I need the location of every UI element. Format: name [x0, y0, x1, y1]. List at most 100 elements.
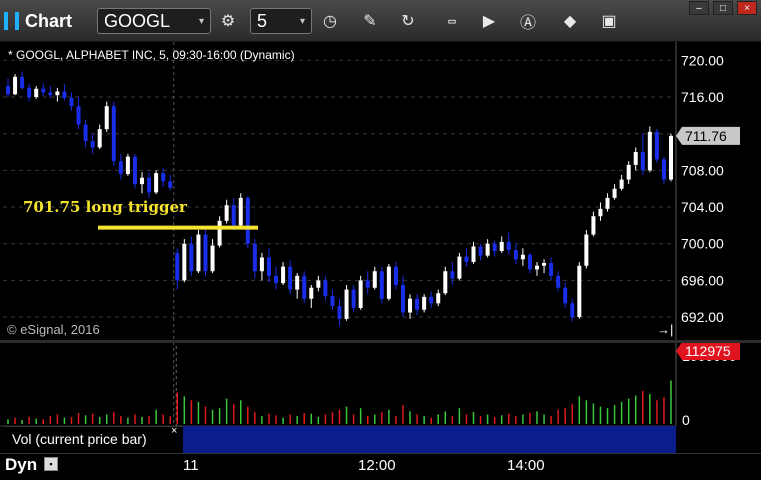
y-tick-label: 708.00 — [681, 162, 724, 178]
candle-body — [591, 216, 596, 235]
candle-body — [605, 197, 610, 209]
candle-body — [252, 243, 257, 272]
candle-body — [619, 179, 624, 189]
candle-body — [55, 91, 60, 96]
candle-body — [238, 197, 243, 226]
candle-body — [534, 265, 539, 270]
candle-body — [640, 152, 645, 171]
y-tick-label: 692.00 — [681, 309, 724, 325]
scroll-to-end-icon[interactable]: →| — [657, 322, 673, 337]
candle-body — [97, 129, 102, 148]
candle-body — [118, 161, 123, 175]
candle-body — [570, 303, 575, 318]
candle-body — [577, 265, 582, 318]
candle-body — [288, 266, 293, 290]
candle-body — [485, 243, 490, 256]
price-chart[interactable]: 720.00716.00712.00708.00704.00700.00696.… — [0, 0, 761, 480]
candle-body — [154, 173, 159, 193]
candle-body — [83, 124, 88, 142]
time-label-11: 11 — [183, 457, 199, 474]
candle-body — [527, 254, 532, 270]
candle-body — [415, 298, 420, 310]
candle-body — [175, 252, 180, 281]
candle-body — [365, 280, 370, 288]
candle-body — [450, 271, 455, 279]
candle-body — [612, 188, 617, 198]
candle-body — [478, 246, 483, 256]
candle-body — [372, 271, 377, 288]
candle-body — [422, 296, 427, 310]
candle-body — [436, 293, 441, 304]
candle-body — [408, 298, 413, 313]
candle-body — [6, 86, 10, 95]
dynamic-label[interactable]: Dyn — [5, 455, 37, 475]
candle-body — [189, 243, 194, 272]
candle-body — [210, 245, 215, 272]
trigger-annotation: 701.75 long trigger — [23, 198, 187, 216]
candle-body — [69, 97, 74, 107]
candle-body — [168, 181, 173, 188]
candle-body — [13, 76, 18, 95]
candle-body — [633, 152, 638, 165]
candle-body — [351, 289, 356, 308]
time-label-1400: 14:00 — [507, 457, 545, 474]
candle-body — [34, 88, 39, 98]
close-icon[interactable]: × — [171, 425, 177, 437]
candle-body — [302, 275, 307, 299]
candle-body — [27, 87, 32, 98]
candle-body — [125, 156, 130, 175]
candle-body — [492, 243, 497, 252]
candle-body — [464, 256, 469, 263]
candle-body — [344, 289, 349, 319]
candle-body — [330, 295, 335, 307]
candle-body — [506, 241, 511, 251]
candle-body — [41, 88, 46, 93]
candle-body — [182, 243, 187, 281]
candle-body — [386, 266, 391, 299]
y-tick-label: 700.00 — [681, 236, 724, 252]
candle-body — [196, 234, 201, 272]
candle-body — [598, 208, 603, 217]
y-tick-label: 704.00 — [681, 199, 724, 215]
volume-legend[interactable]: Vol (current price bar) — [3, 426, 183, 453]
candle-body — [62, 91, 67, 98]
candle-body — [224, 205, 229, 221]
pane-divider[interactable] — [0, 340, 761, 343]
chart-info-label: * GOOGL, ALPHABET INC, 5, 09:30-16:00 (D… — [8, 48, 295, 62]
candle-body — [104, 106, 109, 130]
candle-body — [337, 306, 342, 319]
candle-body — [323, 280, 328, 296]
candle-body — [309, 287, 314, 299]
candle-body — [76, 106, 81, 125]
volume-study-bar[interactable] — [183, 426, 676, 453]
candle-body — [556, 275, 561, 288]
candle-body — [203, 234, 208, 272]
copyright-label: © eSignal, 2016 — [7, 322, 100, 337]
candle-body — [393, 266, 398, 285]
candle-body — [48, 92, 53, 96]
candle-body — [281, 266, 286, 284]
y-tick-label: 720.00 — [681, 52, 724, 68]
time-label-1200: 12:00 — [358, 457, 396, 474]
candle-body — [661, 159, 666, 180]
candle-body — [647, 131, 652, 171]
candle-body — [132, 156, 137, 185]
lock-icon[interactable]: ▪ — [44, 457, 58, 471]
candle-body — [654, 131, 659, 160]
candle-body — [400, 284, 405, 313]
candle-body — [520, 254, 525, 260]
candle-body — [231, 205, 236, 226]
candle-body — [217, 220, 222, 246]
candle-body — [542, 262, 547, 266]
candle-body — [626, 164, 631, 180]
candle-body — [499, 241, 504, 252]
candle-body — [147, 177, 152, 193]
candle-body — [111, 106, 116, 162]
candle-body — [457, 256, 462, 279]
candle-body — [513, 250, 518, 260]
y-tick-label: 716.00 — [681, 89, 724, 105]
volume-tag-label: 112975 — [685, 343, 731, 359]
candle-body — [669, 135, 673, 180]
candle-body — [274, 275, 279, 284]
y-tick-label: 696.00 — [681, 272, 724, 288]
